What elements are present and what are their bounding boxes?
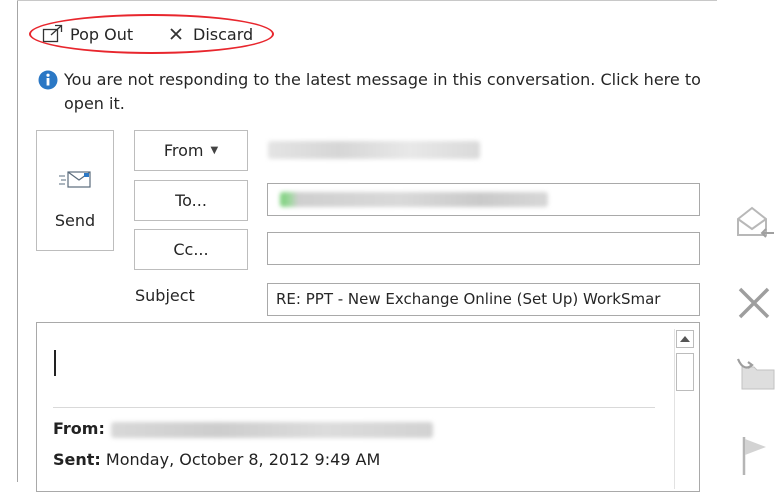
subject-label: Subject — [135, 286, 195, 305]
quoted-sent-value: Monday, October 8, 2012 9:49 AM — [105, 450, 381, 469]
quoted-from-redacted — [110, 421, 433, 438]
chevron-up-icon — [680, 336, 690, 342]
to-button[interactable]: To... — [134, 180, 248, 221]
send-icon — [59, 169, 93, 195]
reply-envelope-icon[interactable] — [736, 205, 776, 245]
quoted-sent-line: Sent: Monday, October 8, 2012 9:49 AM — [53, 450, 380, 469]
from-address-redacted — [268, 141, 480, 159]
quoted-from-line: From: — [53, 419, 433, 438]
move-folder-icon[interactable] — [736, 355, 776, 395]
quote-separator — [53, 407, 655, 408]
cc-button[interactable]: Cc... — [134, 229, 248, 270]
to-field[interactable] — [267, 183, 700, 216]
info-icon — [38, 70, 58, 116]
send-label: Send — [54, 211, 96, 230]
recipient-redacted — [280, 192, 548, 207]
delete-icon[interactable] — [736, 285, 772, 325]
window-frame-top — [17, 0, 717, 1]
info-message[interactable]: You are not responding to the latest mes… — [64, 68, 714, 116]
chevron-down-icon: ▼ — [210, 145, 219, 156]
scroll-up-button[interactable] — [676, 330, 694, 348]
vertical-scrollbar[interactable] — [674, 329, 695, 489]
from-label: From — [163, 141, 204, 160]
subject-field[interactable]: RE: PPT - New Exchange Online (Set Up) W… — [267, 283, 700, 316]
highlight-annotation — [29, 14, 274, 54]
message-body[interactable]: From: Sent: Monday, October 8, 2012 9:49… — [36, 322, 700, 492]
quoted-sent-label: Sent: — [53, 450, 101, 469]
send-button[interactable]: Send — [36, 130, 114, 251]
flag-icon[interactable] — [736, 435, 772, 479]
quoted-from-label: From: — [53, 419, 105, 438]
cc-label: Cc... — [173, 240, 209, 259]
from-button[interactable]: From ▼ — [134, 130, 248, 171]
info-bar[interactable]: You are not responding to the latest mes… — [38, 68, 718, 116]
scroll-thumb[interactable] — [676, 353, 694, 391]
text-cursor — [54, 350, 56, 376]
to-label: To... — [175, 191, 207, 210]
cc-field[interactable] — [267, 232, 700, 265]
window-frame-left — [17, 0, 18, 482]
